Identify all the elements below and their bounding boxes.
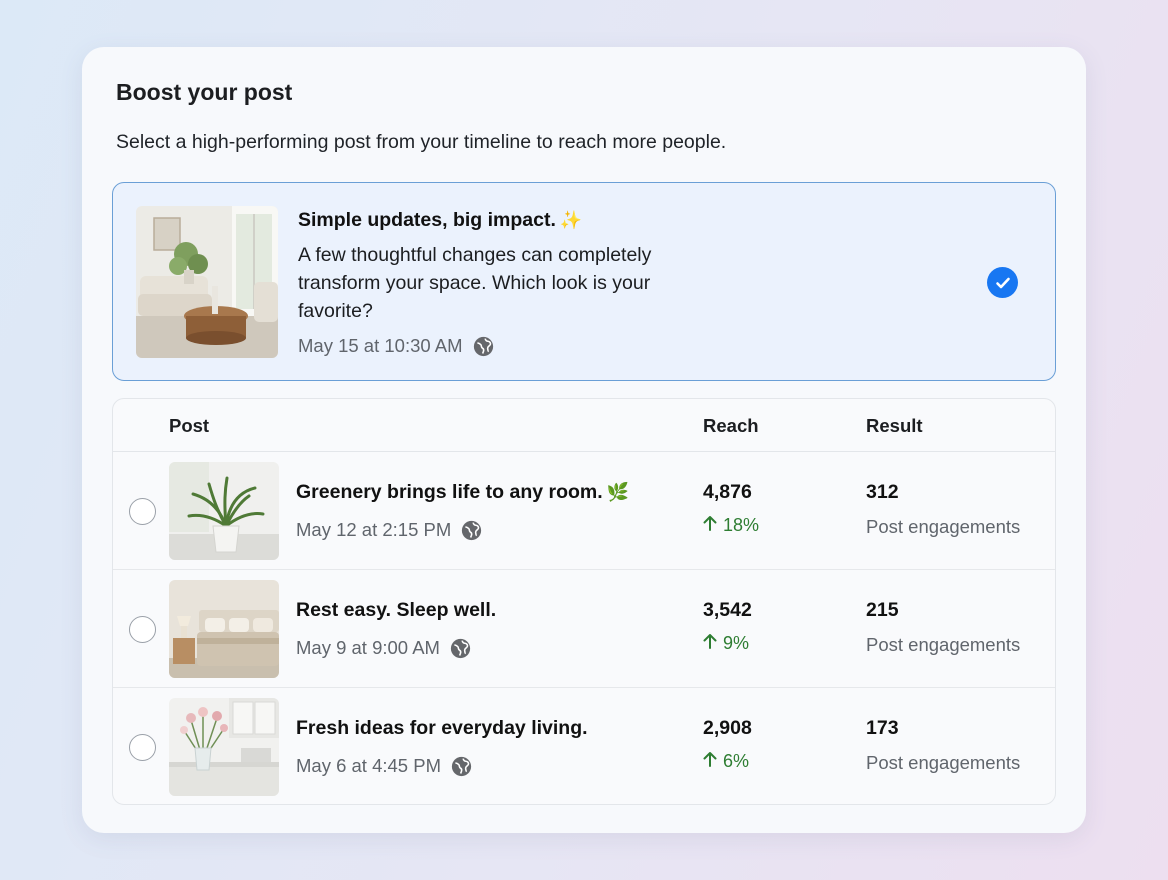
table-row[interactable]: Greenery brings life to any room. 🌿 May 1… xyxy=(113,452,1055,570)
living-room-thumbnail xyxy=(136,206,278,358)
selected-post-title: Simple updates, big impact. ✨ xyxy=(298,209,582,232)
result-value: 312 xyxy=(866,481,899,503)
result-label: Post engagements xyxy=(866,752,1021,773)
selected-post-title-text: Simple updates, big impact. xyxy=(298,209,556,231)
fern-plant-thumbnail xyxy=(169,462,279,560)
post-title-text: Rest easy. Sleep well. xyxy=(296,599,497,621)
kitchen-flowers-thumbnail xyxy=(169,698,279,796)
globe-icon xyxy=(473,336,494,357)
reach-change-value: 6% xyxy=(723,751,750,771)
post-title: Rest easy. Sleep well. xyxy=(296,599,496,622)
select-radio[interactable] xyxy=(129,498,156,525)
post-title-text: Greenery brings life to any room. xyxy=(296,481,603,503)
arrow-up-icon xyxy=(703,515,717,536)
arrow-up-icon xyxy=(703,633,717,654)
table-row[interactable]: Rest easy. Sleep well. May 9 at 9:00 AM … xyxy=(113,570,1055,688)
selected-post-meta: May 15 at 10:30 AM xyxy=(298,335,494,357)
selected-check-icon[interactable] xyxy=(987,267,1018,298)
herb-icon: 🌿 xyxy=(606,482,630,502)
selected-post-card[interactable]: Simple updates, big impact. ✨ A few thoug… xyxy=(112,182,1056,381)
page-subtitle: Select a high-performing post from your … xyxy=(116,131,727,153)
post-title-text: Fresh ideas for everyday living. xyxy=(296,717,588,739)
table-row[interactable]: Fresh ideas for everyday living. May 6 a… xyxy=(113,688,1055,804)
result-value: 173 xyxy=(866,717,899,739)
sparkles-icon: ✨ xyxy=(559,210,583,230)
reach-change: 9% xyxy=(703,633,749,654)
post-title: Fresh ideas for everyday living. xyxy=(296,717,588,740)
result-label: Post engagements xyxy=(866,516,1021,537)
selected-post-body: A few thoughtful changes can completely … xyxy=(298,244,652,322)
post-meta: May 6 at 4:45 PM xyxy=(296,755,472,777)
reach-change: 6% xyxy=(703,751,749,772)
reach-change-value: 9% xyxy=(723,633,750,653)
globe-icon xyxy=(450,638,471,659)
posts-table: Post Reach Result Greenery brings life t… xyxy=(112,398,1056,805)
reach-value: 4,876 xyxy=(703,481,752,503)
post-date: May 6 at 4:45 PM xyxy=(296,755,441,776)
post-date: May 12 at 2:15 PM xyxy=(296,519,452,540)
globe-icon xyxy=(461,520,482,541)
arrow-up-icon xyxy=(703,751,717,772)
column-header-post: Post xyxy=(169,415,210,436)
post-title: Greenery brings life to any room. 🌿 xyxy=(296,481,629,504)
reach-change-value: 18% xyxy=(723,515,760,535)
reach-change: 18% xyxy=(703,515,759,536)
table-header: Post Reach Result xyxy=(113,399,1055,452)
bedroom-thumbnail xyxy=(169,580,279,678)
post-meta: May 9 at 9:00 AM xyxy=(296,637,471,659)
result-label: Post engagements xyxy=(866,634,1021,655)
reach-value: 2,908 xyxy=(703,717,752,739)
page-title: Boost your post xyxy=(116,79,293,105)
column-header-result: Result xyxy=(866,415,923,436)
result-value: 215 xyxy=(866,599,899,621)
select-radio[interactable] xyxy=(129,734,156,761)
boost-post-card: Boost your post Select a high-performing… xyxy=(82,47,1086,833)
selected-post-date: May 15 at 10:30 AM xyxy=(298,335,463,356)
globe-icon xyxy=(451,756,472,777)
reach-value: 3,542 xyxy=(703,599,752,621)
column-header-reach: Reach xyxy=(703,415,759,436)
post-date: May 9 at 9:00 AM xyxy=(296,637,440,658)
post-meta: May 12 at 2:15 PM xyxy=(296,519,482,541)
select-radio[interactable] xyxy=(129,616,156,643)
